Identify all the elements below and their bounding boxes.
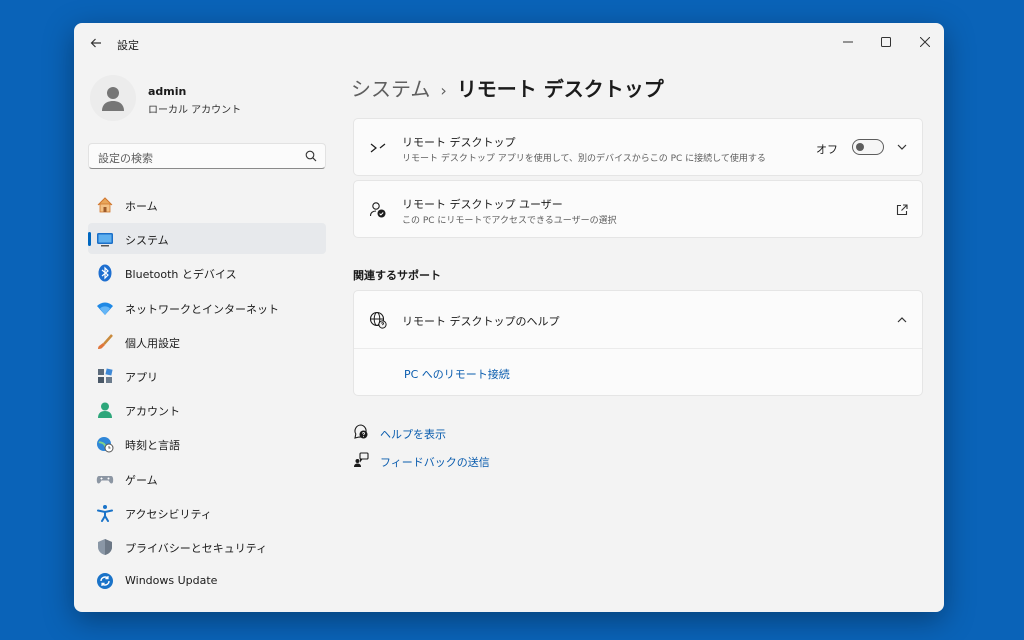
account-icon bbox=[96, 401, 114, 419]
globe-icon bbox=[368, 310, 388, 330]
sidebar-nav: ホーム システム Bluetooth とデバイス ネットワークとインターネット bbox=[88, 189, 326, 599]
person-icon bbox=[102, 87, 124, 111]
search-input[interactable]: 設定の検索 bbox=[88, 143, 326, 169]
search-placeholder: 設定の検索 bbox=[98, 152, 153, 165]
title-bar: 設定 bbox=[74, 23, 944, 63]
arrow-left-icon bbox=[90, 38, 101, 48]
maximize-button[interactable] bbox=[868, 29, 904, 55]
brush-icon bbox=[96, 333, 114, 351]
sidebar-item-label: アプリ bbox=[125, 370, 158, 384]
sidebar-item-personalization[interactable]: 個人用設定 bbox=[88, 326, 326, 357]
close-icon bbox=[920, 37, 930, 47]
close-button[interactable] bbox=[907, 29, 943, 55]
chevron-down-icon[interactable] bbox=[894, 139, 910, 155]
remote-desktop-title: リモート デスクトップ bbox=[402, 136, 516, 149]
remote-users-description: この PC にリモートでアクセスできるユーザーの選択 bbox=[402, 216, 617, 226]
divider bbox=[354, 348, 922, 349]
sidebar-item-windows-update[interactable]: Windows Update bbox=[88, 565, 326, 596]
app-title: 設定 bbox=[117, 39, 139, 52]
sidebar-item-home[interactable]: ホーム bbox=[88, 189, 326, 220]
sidebar-item-accessibility[interactable]: アクセシビリティ bbox=[88, 497, 326, 528]
sidebar-item-label: ネットワークとインターネット bbox=[125, 302, 279, 316]
sidebar-item-label: ホーム bbox=[125, 200, 158, 213]
remote-users-title: リモート デスクトップ ユーザー bbox=[402, 198, 563, 211]
sidebar-item-label: 時刻と言語 bbox=[125, 439, 180, 453]
chevron-up-icon[interactable] bbox=[894, 312, 910, 328]
sidebar-item-system[interactable]: システム bbox=[88, 223, 326, 255]
feedback-icon bbox=[353, 452, 369, 468]
sidebar-item-label: アクセシビリティ bbox=[125, 507, 212, 521]
remote-connection-link[interactable]: PC へのリモート接続 bbox=[404, 366, 510, 382]
external-link-icon[interactable] bbox=[894, 202, 910, 218]
remote-users-card[interactable]: リモート デスクトップ ユーザー この PC にリモートでアクセスできるユーザー… bbox=[353, 180, 923, 238]
sidebar-item-apps[interactable]: アプリ bbox=[88, 360, 326, 391]
feedback-label: フィードバックの送信 bbox=[380, 456, 490, 469]
breadcrumb-separator: › bbox=[440, 81, 447, 100]
minimize-button[interactable] bbox=[830, 29, 866, 55]
help-icon bbox=[353, 424, 369, 440]
account-type: ローカル アカウント bbox=[148, 105, 242, 116]
minimize-icon bbox=[843, 41, 853, 43]
sidebar-item-label: プライバシーとセキュリティ bbox=[125, 541, 268, 555]
home-icon bbox=[96, 196, 114, 214]
sidebar-item-privacy[interactable]: プライバシーとセキュリティ bbox=[88, 531, 326, 562]
sidebar-item-label: アカウント bbox=[125, 405, 180, 419]
remote-desktop-card[interactable]: リモート デスクトップ リモート デスクトップ アプリを使用して、別のデバイスか… bbox=[353, 118, 923, 176]
time-language-icon bbox=[96, 435, 114, 453]
help-expander-title[interactable]: リモート デスクトップのヘルプ bbox=[402, 313, 560, 329]
sidebar-item-gaming[interactable]: ゲーム bbox=[88, 463, 326, 494]
maximize-icon bbox=[881, 37, 891, 47]
get-help-label: ヘルプを表示 bbox=[380, 428, 446, 441]
avatar bbox=[90, 75, 136, 121]
remote-desktop-toggle[interactable] bbox=[852, 139, 884, 155]
support-section-title: 関連するサポート bbox=[353, 269, 441, 282]
network-icon bbox=[96, 299, 114, 317]
breadcrumb-parent[interactable]: システム bbox=[351, 77, 430, 101]
sidebar-item-bluetooth[interactable]: Bluetooth とデバイス bbox=[88, 257, 326, 288]
remote-desktop-icon bbox=[368, 138, 388, 158]
remote-desktop-description: リモート デスクトップ アプリを使用して、別のデバイスからこの PC に接続して… bbox=[402, 154, 766, 164]
shield-icon bbox=[96, 538, 114, 556]
sidebar-item-time-language[interactable]: 時刻と言語 bbox=[88, 428, 326, 459]
sidebar-item-label: ゲーム bbox=[125, 473, 158, 487]
gaming-icon bbox=[96, 470, 114, 488]
toggle-state-label: オフ bbox=[816, 143, 838, 156]
sidebar-item-accounts[interactable]: アカウント bbox=[88, 394, 326, 425]
selection-indicator bbox=[88, 232, 91, 247]
support-card: リモート デスクトップのヘルプ PC へのリモート接続 bbox=[353, 290, 923, 396]
accessibility-icon bbox=[96, 504, 114, 522]
toggle-knob bbox=[856, 143, 864, 151]
sidebar-item-label: システム bbox=[125, 234, 169, 248]
sidebar-item-label: 個人用設定 bbox=[125, 336, 180, 350]
sidebar-item-label: Bluetooth とデバイス bbox=[125, 268, 237, 282]
search-icon bbox=[305, 150, 317, 162]
page-title: リモート デスクトップ bbox=[456, 77, 664, 101]
sidebar-item-label: Windows Update bbox=[125, 574, 218, 588]
system-icon bbox=[96, 230, 114, 248]
user-name: admin bbox=[148, 85, 187, 98]
settings-window: 設定 admin ローカル アカウント 設定の検索 ホーム システム Bluet… bbox=[74, 23, 944, 612]
windows-update-icon bbox=[96, 572, 114, 590]
breadcrumb: システム › リモート デスクトップ bbox=[351, 73, 664, 102]
bluetooth-icon bbox=[96, 264, 114, 282]
sidebar-item-network[interactable]: ネットワークとインターネット bbox=[88, 292, 326, 323]
back-button[interactable] bbox=[86, 33, 106, 53]
apps-icon bbox=[96, 367, 114, 385]
user-check-icon bbox=[368, 200, 388, 220]
